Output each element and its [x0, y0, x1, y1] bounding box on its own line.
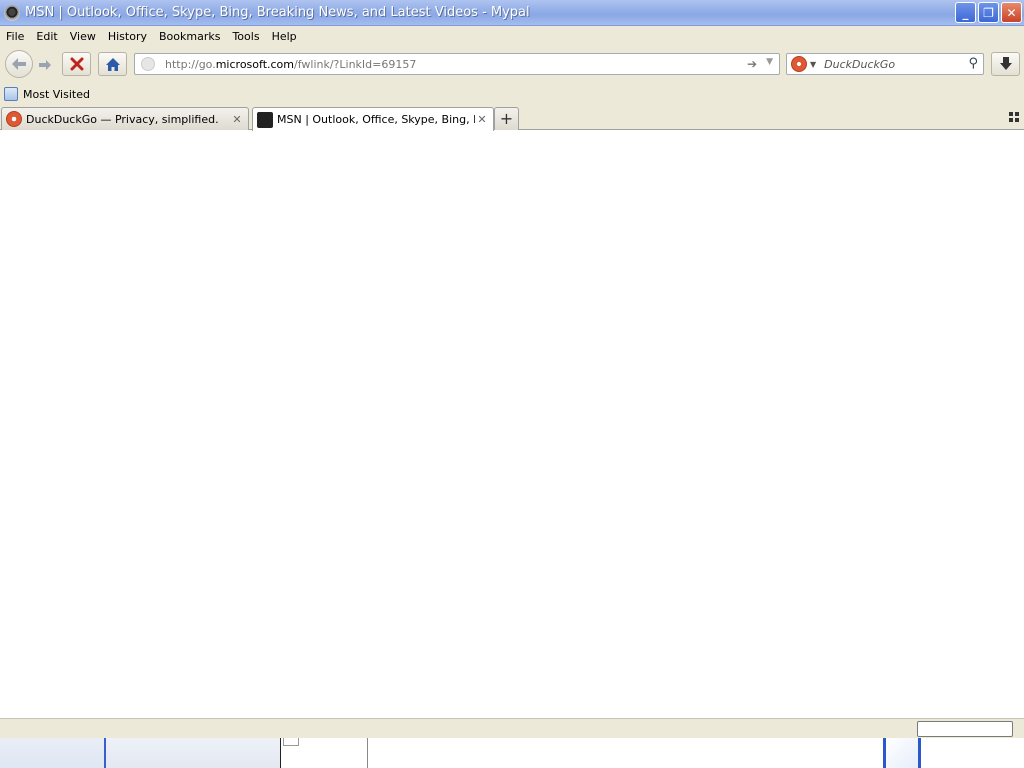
tab-duckduckgo[interactable]: DuckDuckGo — Privacy, simplified. ✕ — [1, 107, 249, 130]
engine-dropdown-icon[interactable]: ▼ — [810, 60, 816, 69]
taskbar — [0, 738, 1024, 768]
home-icon — [105, 57, 120, 71]
tab-label: MSN | Outlook, Office, Skype, Bing, Brea… — [277, 113, 475, 126]
loading-progress-bar — [917, 721, 1013, 737]
menu-bar: File Edit View History Bookmarks Tools H… — [0, 26, 1024, 46]
navigation-toolbar: http://go.microsoft.com/fwlink/?LinkId=6… — [0, 46, 1024, 84]
msn-icon — [257, 111, 273, 128]
forward-button[interactable] — [34, 54, 56, 76]
stop-x-icon — [70, 57, 83, 71]
duckduckgo-icon — [6, 111, 22, 127]
list-all-tabs-button[interactable] — [1009, 112, 1019, 122]
mypal-app-icon[interactable] — [4, 4, 20, 21]
back-button[interactable] — [5, 50, 33, 78]
menu-file[interactable]: File — [0, 30, 30, 43]
taskbar-item[interactable] — [0, 738, 104, 768]
url-host: microsoft.com — [215, 57, 294, 71]
tab-msn[interactable]: MSN | Outlook, Office, Skype, Bing, Brea… — [252, 107, 494, 131]
close-icon: ✕ — [1006, 5, 1017, 20]
download-arrow-icon — [999, 57, 1012, 70]
most-visited-icon — [4, 87, 18, 101]
menu-help[interactable]: Help — [266, 30, 303, 43]
new-tab-button[interactable]: + — [494, 107, 519, 130]
window-title-bar[interactable]: MSN | Outlook, Office, Skype, Bing, Brea… — [0, 0, 1024, 26]
taskbar-item[interactable] — [280, 738, 368, 768]
home-button[interactable] — [98, 52, 127, 76]
page-favicon-icon — [141, 57, 155, 71]
plus-icon: + — [499, 109, 514, 128]
minimize-icon: _ — [962, 5, 969, 20]
url-suffix: /fwlink/?LinkId=69157 — [294, 57, 417, 71]
go-arrow-icon[interactable]: ➔ — [747, 57, 757, 71]
page-content[interactable] — [0, 130, 1024, 718]
search-magnifier-icon[interactable]: ⚲ — [968, 56, 978, 71]
back-arrow-icon — [12, 58, 26, 70]
close-window-button[interactable]: ✕ — [1001, 2, 1022, 23]
url-history-dropdown-icon[interactable]: ▼ — [766, 57, 773, 67]
tab-strip: DuckDuckGo — Privacy, simplified. ✕ MSN … — [0, 104, 1024, 131]
bookmarks-toolbar: Most Visited — [0, 84, 1024, 104]
search-input[interactable]: DuckDuckGo — [824, 58, 895, 71]
menu-view[interactable]: View — [64, 30, 102, 43]
status-bar — [0, 718, 1024, 738]
taskbar-item-active[interactable] — [883, 738, 921, 768]
menu-bookmarks[interactable]: Bookmarks — [153, 30, 226, 43]
minimize-button[interactable]: _ — [955, 2, 976, 23]
taskbar-item[interactable] — [106, 738, 280, 768]
tab-close-icon[interactable]: ✕ — [230, 113, 244, 126]
tab-label: DuckDuckGo — Privacy, simplified. — [26, 112, 219, 126]
restore-icon: ❐ — [983, 5, 994, 20]
menu-edit[interactable]: Edit — [30, 30, 63, 43]
url-text[interactable]: http://go.microsoft.com/fwlink/?LinkId=6… — [165, 58, 416, 71]
restore-button[interactable]: ❐ — [978, 2, 999, 23]
duckduckgo-engine-icon[interactable] — [791, 56, 807, 72]
most-visited-folder[interactable]: Most Visited — [23, 88, 90, 101]
tab-close-icon[interactable]: ✕ — [475, 113, 489, 126]
address-bar[interactable]: http://go.microsoft.com/fwlink/?LinkId=6… — [134, 53, 780, 75]
window-controls: _ ❐ ✕ — [955, 2, 1022, 23]
url-prefix: http://go. — [165, 57, 216, 71]
search-bar[interactable]: ▼ DuckDuckGo ⚲ — [786, 53, 984, 75]
forward-arrow-icon — [39, 60, 51, 70]
stop-button[interactable] — [62, 52, 91, 76]
window-title: MSN | Outlook, Office, Skype, Bing, Brea… — [25, 5, 530, 20]
downloads-button[interactable] — [991, 52, 1020, 76]
menu-history[interactable]: History — [102, 30, 153, 43]
menu-tools[interactable]: Tools — [226, 30, 265, 43]
